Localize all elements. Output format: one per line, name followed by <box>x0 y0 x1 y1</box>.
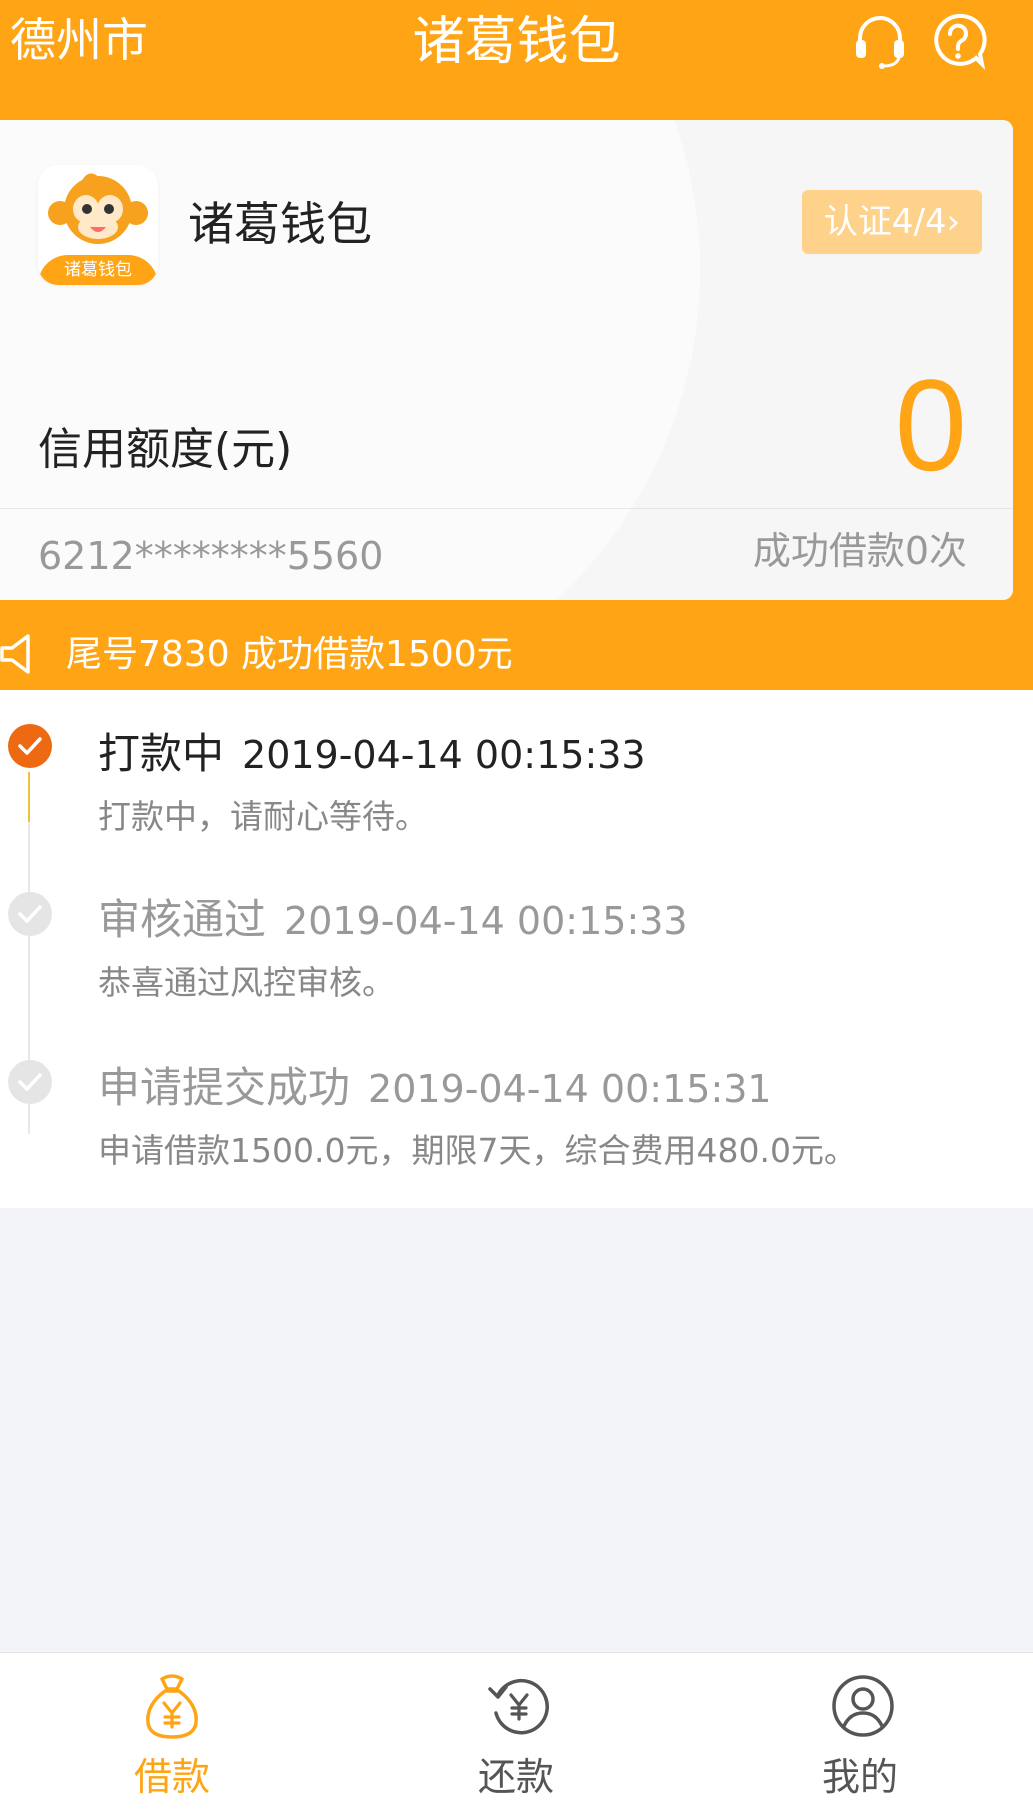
notice-bar: 尾号7830 成功借款1500元 <box>0 620 1033 690</box>
bottom-tab-bar: 借款 还款 我的 <box>0 1652 1033 1810</box>
repay-icon <box>488 1678 549 1735</box>
chevron-right-icon: › <box>946 202 961 242</box>
step-time: 2019-04-14 00:15:31 <box>368 1067 772 1111</box>
step-title: 申请提交成功 2019-04-14 00:15:31 <box>98 1058 772 1127</box>
loan-progress-timeline: 打款中 2019-04-14 00:15:33 打款中，请耐心等待。 审核通过 20… <box>0 690 1033 1208</box>
step-description: 打款中，请耐心等待。 <box>98 797 428 836</box>
step-description: 申请借款1500.0元，期限7天，综合费用480.0元。 <box>98 1131 857 1170</box>
app-logo: 诸葛钱包 <box>38 165 158 285</box>
tab-profile[interactable]: 我的 <box>688 1653 1032 1810</box>
monkey-logo-icon <box>48 173 148 244</box>
step-check-icon <box>8 892 52 936</box>
timeline-line-active <box>28 772 30 822</box>
step-title: 打款中 2019-04-14 00:15:33 <box>98 724 646 793</box>
tab-repay[interactable]: 还款 <box>344 1653 688 1810</box>
card-divider <box>0 508 1013 509</box>
profile-icon <box>832 1675 894 1737</box>
credit-limit-value: 0 <box>894 352 967 498</box>
verification-badge[interactable]: 认证4/4› <box>802 190 982 254</box>
brand-name: 诸葛钱包 <box>188 197 372 251</box>
tab-label: 还款 <box>477 1755 554 1799</box>
money-bag-icon <box>146 1674 198 1739</box>
logo-text: 诸葛钱包 <box>38 255 158 285</box>
verification-badge-label: 认证4/4 <box>823 202 947 242</box>
tab-borrow[interactable]: 借款 <box>0 1653 344 1810</box>
step-check-icon <box>8 1060 52 1104</box>
loan-count: 成功借款0次 <box>752 529 967 573</box>
step-title: 审核通过 2019-04-14 00:15:33 <box>98 890 688 959</box>
step-description: 恭喜通过风控审核。 <box>98 963 395 1002</box>
step-time: 2019-04-14 00:15:33 <box>242 733 646 777</box>
step-name: 审核通过 <box>98 895 267 944</box>
step-check-icon <box>8 724 52 768</box>
tab-label: 我的 <box>821 1755 898 1799</box>
tab-label: 借款 <box>133 1755 210 1799</box>
step-name: 申请提交成功 <box>98 1063 351 1112</box>
step-time: 2019-04-14 00:15:33 <box>284 899 688 943</box>
headset-icon[interactable] <box>850 10 910 70</box>
credit-card: 诸葛钱包 诸葛钱包 认证4/4› 信用额度(元) 0 6212********5… <box>0 120 1013 600</box>
top-bar: 德州市 诸葛钱包 <box>0 0 1033 100</box>
notice-text: 尾号7830 成功借款1500元 <box>66 634 513 675</box>
help-icon[interactable] <box>928 10 988 71</box>
step-name: 打款中 <box>98 729 225 778</box>
speaker-icon <box>0 632 36 676</box>
credit-limit-label: 信用额度(元) <box>38 424 293 475</box>
bank-card-number: 6212********5560 <box>38 534 384 578</box>
